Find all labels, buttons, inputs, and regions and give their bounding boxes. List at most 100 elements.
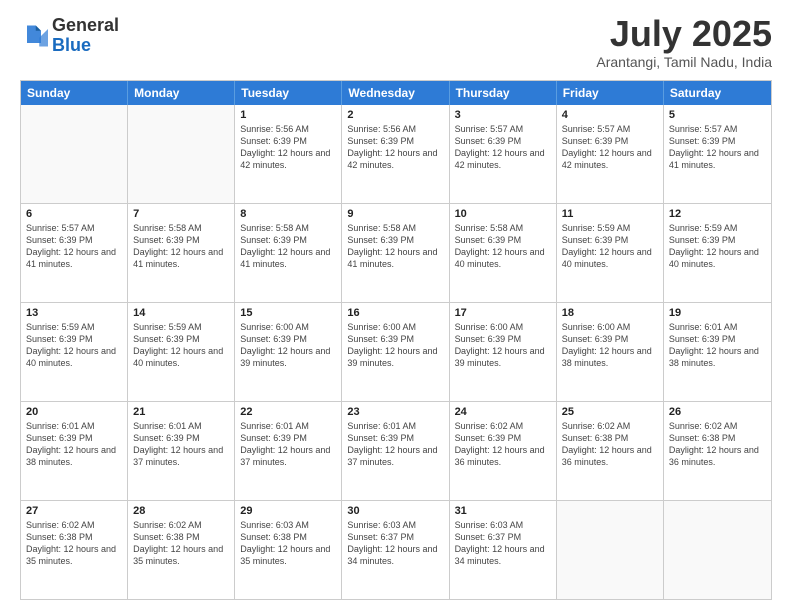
day-cell-21: 21Sunrise: 6:01 AM Sunset: 6:39 PM Dayli… [128, 402, 235, 500]
day-cell-29: 29 Sunrise: 6:03 AM Sunset: 6:38 PM Dayli… [235, 501, 342, 599]
day-info: Sunrise: 6:00 AM Sunset: 6:39 PM Dayligh… [455, 321, 551, 370]
logo-general: General [52, 15, 119, 35]
day-number: 26 [669, 406, 766, 418]
day-cell-25: 25 Sunrise: 6:02 AM Sunset: 6:38 PM Dayli… [557, 402, 664, 500]
location: Arantangi, Tamil Nadu, India [596, 54, 772, 70]
day-info: Sunrise: 6:02 AM Sunset: 6:38 PM Dayligh… [133, 519, 229, 568]
day-cell-9: 9 Sunrise: 5:58 AM Sunset: 6:39 PM Daylig… [342, 204, 449, 302]
day-number: 6 [26, 208, 122, 220]
day-cell-31: 31 Sunrise: 6:03 AM Sunset: 6:37 PM Dayli… [450, 501, 557, 599]
day-cell-5: 5 Sunrise: 5:57 AM Sunset: 6:39 PM Daylig… [664, 105, 771, 203]
day-number: 18 [562, 307, 658, 319]
day-cell-17: 17 Sunrise: 6:00 AM Sunset: 6:39 PM Dayli… [450, 303, 557, 401]
day-info: Sunrise: 5:57 AM Sunset: 6:39 PM Dayligh… [26, 222, 122, 271]
calendar-header: Sunday Monday Tuesday Wednesday Thursday… [21, 81, 771, 105]
day-info: Sunrise: 5:59 AM Sunset: 6:39 PM Dayligh… [562, 222, 658, 271]
day-info: Sunrise: 5:58 AM Sunset: 6:39 PM Dayligh… [240, 222, 336, 271]
day-number: 30 [347, 505, 443, 517]
day-cell-18: 18 Sunrise: 6:00 AM Sunset: 6:39 PM Dayli… [557, 303, 664, 401]
day-info: Sunrise: 6:03 AM Sunset: 6:38 PM Dayligh… [240, 519, 336, 568]
day-info: Sunrise: 6:01 AM Sunset: 6:39 PM Dayligh… [347, 420, 443, 469]
page: General Blue July 2025 Arantangi, Tamil … [0, 0, 792, 612]
day-number: 13 [26, 307, 122, 319]
day-cell-4: 4 Sunrise: 5:57 AM Sunset: 6:39 PM Daylig… [557, 105, 664, 203]
day-info: Sunrise: 5:58 AM Sunset: 6:39 PM Dayligh… [455, 222, 551, 271]
day-info: Sunrise: 5:59 AM Sunset: 6:39 PM Dayligh… [669, 222, 766, 271]
day-info: Sunrise: 6:00 AM Sunset: 6:39 PM Dayligh… [347, 321, 443, 370]
day-cell-10: 10Sunrise: 5:58 AM Sunset: 6:39 PM Dayli… [450, 204, 557, 302]
week-row-5: 27 Sunrise: 6:02 AM Sunset: 6:38 PM Dayli… [21, 500, 771, 599]
day-number: 2 [347, 109, 443, 121]
day-number: 29 [240, 505, 336, 517]
day-info: Sunrise: 6:02 AM Sunset: 6:38 PM Dayligh… [562, 420, 658, 469]
day-cell-20: 20 Sunrise: 6:01 AM Sunset: 6:39 PM Dayli… [21, 402, 128, 500]
header: General Blue July 2025 Arantangi, Tamil … [20, 16, 772, 70]
day-cell-11: 11 Sunrise: 5:59 AM Sunset: 6:39 PM Dayli… [557, 204, 664, 302]
logo-blue: Blue [52, 35, 91, 55]
week-row-3: 13 Sunrise: 5:59 AM Sunset: 6:39 PM Dayli… [21, 302, 771, 401]
title-block: July 2025 Arantangi, Tamil Nadu, India [596, 16, 772, 70]
day-cell-26: 26 Sunrise: 6:02 AM Sunset: 6:38 PM Dayli… [664, 402, 771, 500]
day-number: 31 [455, 505, 551, 517]
day-number: 23 [347, 406, 443, 418]
day-info: Sunrise: 6:00 AM Sunset: 6:39 PM Dayligh… [562, 321, 658, 370]
day-info: Sunrise: 6:02 AM Sunset: 6:38 PM Dayligh… [26, 519, 122, 568]
day-cell-30: 30 Sunrise: 6:03 AM Sunset: 6:37 PM Dayli… [342, 501, 449, 599]
day-number: 19 [669, 307, 766, 319]
day-number: 21 [133, 406, 229, 418]
day-number: 5 [669, 109, 766, 121]
day-cell-24: 24 Sunrise: 6:02 AM Sunset: 6:39 PM Dayli… [450, 402, 557, 500]
day-info: Sunrise: 6:01 AM Sunset: 6:39 PM Dayligh… [669, 321, 766, 370]
day-info: Sunrise: 5:58 AM Sunset: 6:39 PM Dayligh… [347, 222, 443, 271]
day-number: 11 [562, 208, 658, 220]
week-row-1: 1 Sunrise: 5:56 AM Sunset: 6:39 PM Daylig… [21, 105, 771, 203]
day-number: 8 [240, 208, 336, 220]
day-cell-7: 7Sunrise: 5:58 AM Sunset: 6:39 PM Daylig… [128, 204, 235, 302]
day-number: 22 [240, 406, 336, 418]
day-cell-2: 2 Sunrise: 5:56 AM Sunset: 6:39 PM Daylig… [342, 105, 449, 203]
day-cell-12: 12 Sunrise: 5:59 AM Sunset: 6:39 PM Dayli… [664, 204, 771, 302]
day-number: 17 [455, 307, 551, 319]
day-cell-13: 13 Sunrise: 5:59 AM Sunset: 6:39 PM Dayli… [21, 303, 128, 401]
day-number: 15 [240, 307, 336, 319]
day-info: Sunrise: 5:59 AM Sunset: 6:39 PM Dayligh… [26, 321, 122, 370]
day-info: Sunrise: 6:02 AM Sunset: 6:39 PM Dayligh… [455, 420, 551, 469]
day-cell-8: 8 Sunrise: 5:58 AM Sunset: 6:39 PM Daylig… [235, 204, 342, 302]
day-cell-27: 27 Sunrise: 6:02 AM Sunset: 6:38 PM Dayli… [21, 501, 128, 599]
day-number: 25 [562, 406, 658, 418]
header-sunday: Sunday [21, 81, 128, 105]
day-info: Sunrise: 6:01 AM Sunset: 6:39 PM Dayligh… [26, 420, 122, 469]
day-cell-3: 3Sunrise: 5:57 AM Sunset: 6:39 PM Daylig… [450, 105, 557, 203]
day-info: Sunrise: 5:56 AM Sunset: 6:39 PM Dayligh… [347, 123, 443, 172]
logo-icon [20, 22, 48, 50]
day-cell-16: 16 Sunrise: 6:00 AM Sunset: 6:39 PM Dayli… [342, 303, 449, 401]
day-number: 1 [240, 109, 336, 121]
day-number: 12 [669, 208, 766, 220]
day-info: Sunrise: 6:03 AM Sunset: 6:37 PM Dayligh… [347, 519, 443, 568]
day-info: Sunrise: 6:02 AM Sunset: 6:38 PM Dayligh… [669, 420, 766, 469]
day-number: 27 [26, 505, 122, 517]
day-number: 24 [455, 406, 551, 418]
week-row-4: 20 Sunrise: 6:01 AM Sunset: 6:39 PM Dayli… [21, 401, 771, 500]
day-info: Sunrise: 5:57 AM Sunset: 6:39 PM Dayligh… [669, 123, 766, 172]
day-number: 28 [133, 505, 229, 517]
header-thursday: Thursday [450, 81, 557, 105]
day-info: Sunrise: 5:57 AM Sunset: 6:39 PM Dayligh… [562, 123, 658, 172]
header-saturday: Saturday [664, 81, 771, 105]
week-row-2: 6 Sunrise: 5:57 AM Sunset: 6:39 PM Daylig… [21, 203, 771, 302]
empty-cell [128, 105, 235, 203]
day-number: 20 [26, 406, 122, 418]
header-tuesday: Tuesday [235, 81, 342, 105]
day-number: 16 [347, 307, 443, 319]
day-number: 4 [562, 109, 658, 121]
day-cell-28: 28 Sunrise: 6:02 AM Sunset: 6:38 PM Dayli… [128, 501, 235, 599]
header-monday: Monday [128, 81, 235, 105]
day-number: 9 [347, 208, 443, 220]
day-cell-19: 19 Sunrise: 6:01 AM Sunset: 6:39 PM Dayli… [664, 303, 771, 401]
day-info: Sunrise: 6:01 AM Sunset: 6:39 PM Dayligh… [240, 420, 336, 469]
calendar: Sunday Monday Tuesday Wednesday Thursday… [20, 80, 772, 600]
empty-cell [664, 501, 771, 599]
empty-cell [557, 501, 664, 599]
day-info: Sunrise: 6:03 AM Sunset: 6:37 PM Dayligh… [455, 519, 551, 568]
day-info: Sunrise: 5:59 AM Sunset: 6:39 PM Dayligh… [133, 321, 229, 370]
